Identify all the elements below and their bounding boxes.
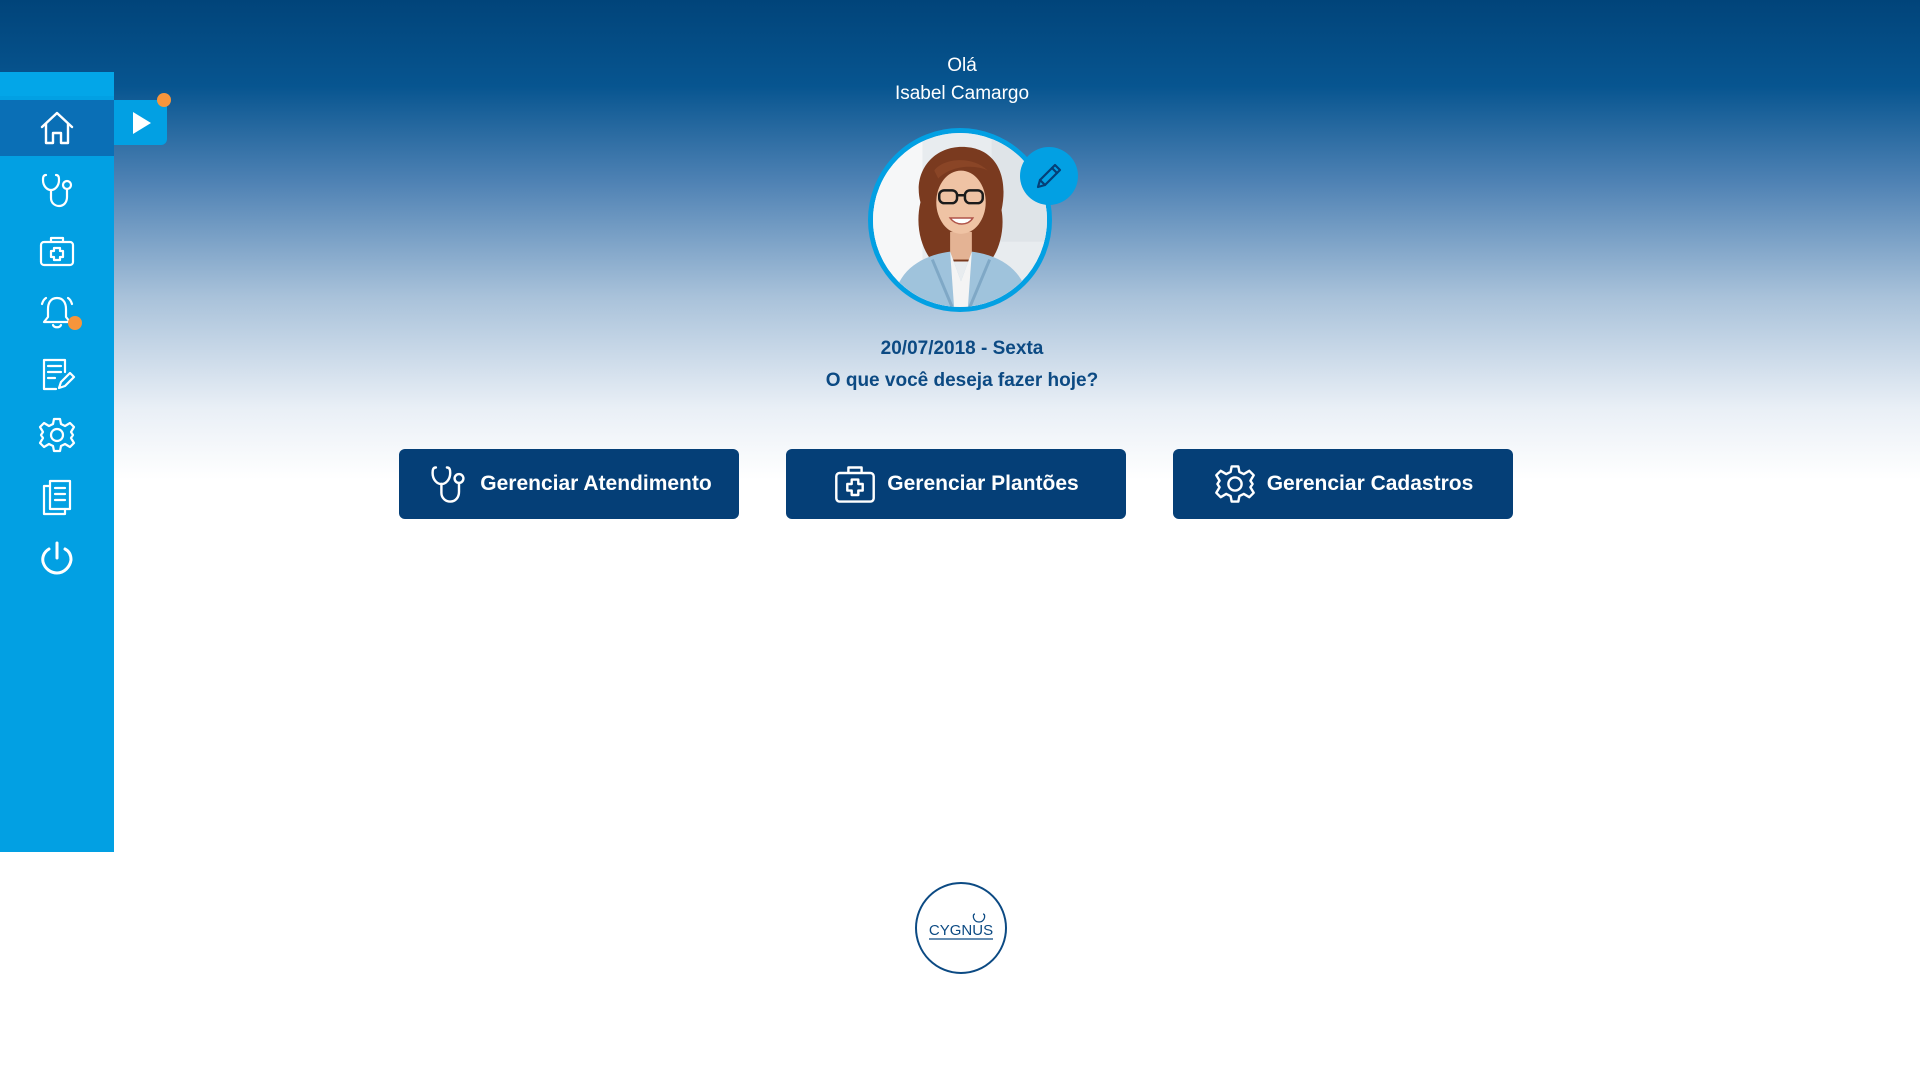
manage-attendance-label: Gerenciar Atendimento <box>480 472 712 495</box>
stethoscope-icon <box>431 466 465 503</box>
power-icon <box>41 541 73 575</box>
expand-notification-dot <box>157 93 171 107</box>
documents-icon <box>42 479 72 516</box>
sidebar-top-strip <box>0 72 114 96</box>
avatar-photo <box>873 133 1047 307</box>
avatar <box>868 128 1052 312</box>
gear-icon <box>1214 465 1255 503</box>
manage-registrations-label: Gerenciar Cadastros <box>1266 472 1474 495</box>
gear-icon <box>38 417 76 453</box>
logo-text: CYGNUS <box>929 922 993 939</box>
manage-shifts-button[interactable]: Gerenciar Plantões <box>786 449 1126 519</box>
greeting-hello: Olá <box>947 55 977 76</box>
sidebar <box>0 72 114 852</box>
sidebar-item-reports[interactable] <box>0 469 114 525</box>
user-name: Isabel Camargo <box>894 83 1030 104</box>
manage-attendance-button[interactable]: Gerenciar Atendimento <box>399 449 739 519</box>
pencil-icon <box>1036 163 1062 189</box>
play-icon <box>132 111 151 134</box>
sidebar-item-attendance[interactable] <box>0 162 114 218</box>
sidebar-item-notifications[interactable] <box>0 284 114 340</box>
document-edit-icon <box>42 358 76 391</box>
manage-registrations-button[interactable]: Gerenciar Cadastros <box>1173 449 1513 519</box>
home-icon <box>40 111 74 145</box>
manage-shifts-label: Gerenciar Plantões <box>887 472 1079 495</box>
question-text: O que você deseja fazer hoje? <box>825 370 1099 391</box>
sidebar-item-shifts[interactable] <box>0 223 114 279</box>
stethoscope-icon <box>41 173 73 208</box>
cygnus-logo: CYGNUS <box>915 882 1007 974</box>
sidebar-item-settings[interactable] <box>0 407 114 463</box>
edit-profile-button[interactable] <box>1020 147 1078 205</box>
sidebar-item-records[interactable] <box>0 346 114 402</box>
medical-kit-icon <box>835 466 876 503</box>
date-text: 20/07/2018 - Sexta <box>880 338 1044 359</box>
sidebar-expand-button[interactable] <box>114 100 167 145</box>
medical-kit-icon <box>39 236 75 267</box>
sidebar-item-home[interactable] <box>0 100 114 156</box>
notification-dot <box>68 316 82 330</box>
sidebar-item-logout[interactable] <box>0 530 114 586</box>
cygnus-logo-mark: CYGNUS <box>929 913 993 940</box>
